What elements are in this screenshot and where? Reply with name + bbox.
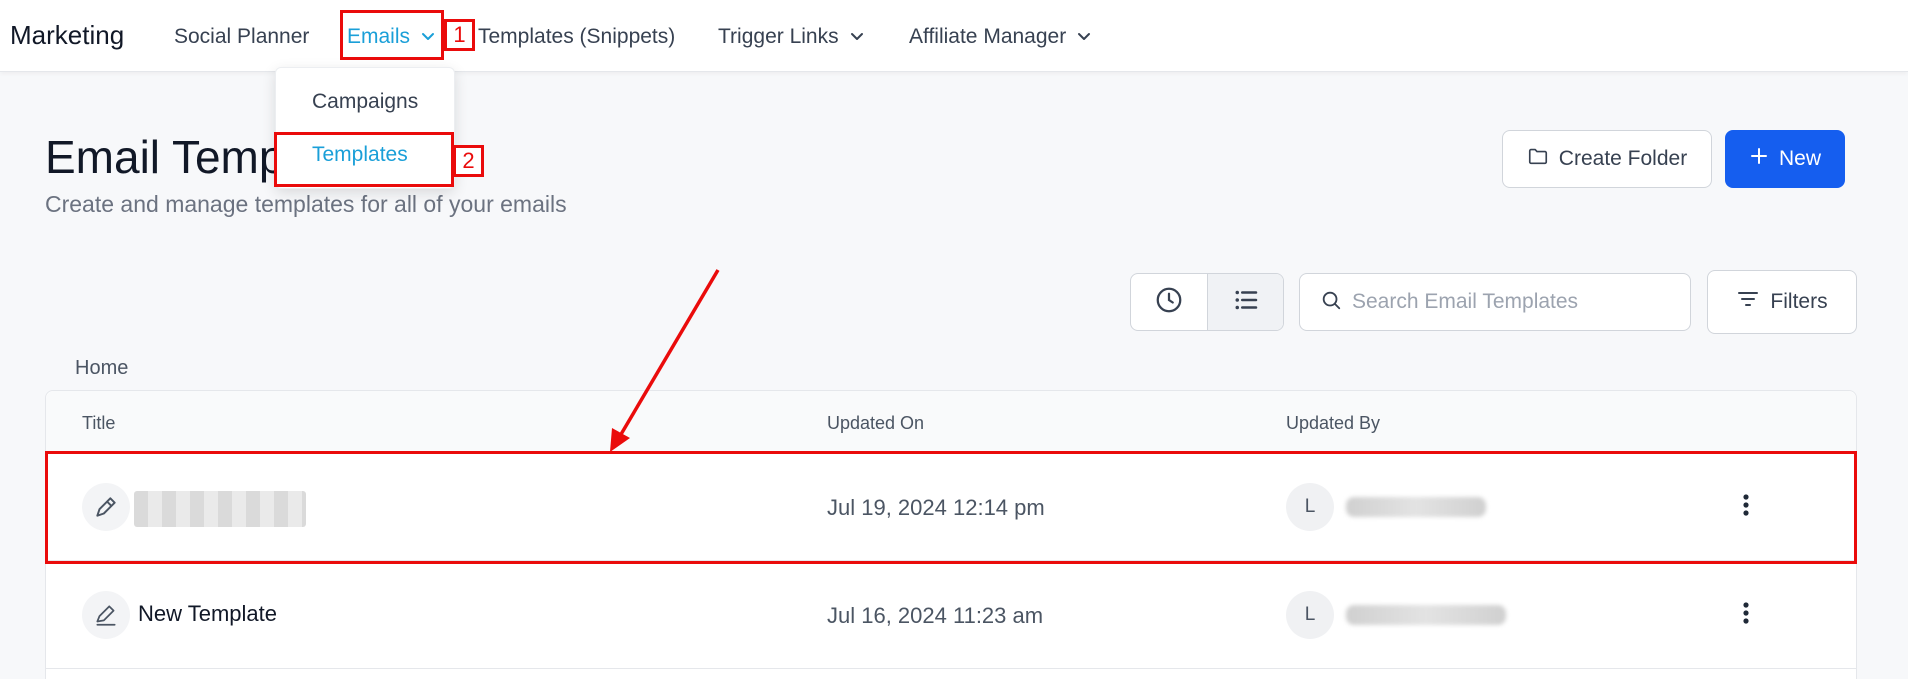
top-navigation-bar: Marketing Social Planner Emails Template…: [0, 0, 1908, 72]
nav-item-label: Templates (Snippets): [478, 25, 676, 48]
plus-icon: [1749, 146, 1769, 172]
chevron-down-icon: [847, 27, 867, 47]
filters-label: Filters: [1770, 290, 1828, 313]
annotation-step-1: 1: [444, 19, 475, 51]
nav-item-social-planner[interactable]: Social Planner: [174, 25, 309, 49]
annotation-box-emails: [340, 10, 444, 60]
list-view-button[interactable]: [1207, 274, 1283, 330]
recent-view-button[interactable]: [1131, 274, 1207, 330]
search-icon: [1320, 289, 1342, 316]
nav-item-trigger-links[interactable]: Trigger Links: [718, 25, 867, 49]
column-header-updated-by: Updated By: [1286, 413, 1381, 433]
column-header-title: Title: [82, 413, 116, 433]
brand-title: Marketing: [10, 20, 125, 50]
folder-icon: [1527, 145, 1549, 173]
breadcrumb[interactable]: Home: [75, 357, 128, 380]
nav-item-label: Trigger Links: [718, 25, 839, 48]
filter-icon: [1736, 287, 1760, 317]
create-folder-label: Create Folder: [1558, 147, 1688, 170]
nav-item-affiliate-manager[interactable]: Affiliate Manager: [909, 25, 1094, 49]
annotation-box-templates: [274, 132, 454, 187]
chevron-down-icon: [1074, 27, 1094, 47]
new-button[interactable]: New: [1725, 130, 1845, 188]
template-icon: [82, 591, 130, 639]
search-box: [1299, 273, 1691, 331]
annotation-step-2: 2: [453, 145, 484, 177]
filters-button[interactable]: Filters: [1707, 270, 1857, 334]
table-row[interactable]: New Template Jul 16, 2024 11:23 am L: [46, 561, 1856, 669]
more-options-button[interactable]: [1726, 595, 1766, 635]
search-input[interactable]: [1352, 290, 1682, 314]
clock-icon: [1154, 285, 1184, 320]
dropdown-item-campaigns[interactable]: Campaigns: [312, 90, 418, 114]
nav-item-label: Social Planner: [174, 25, 310, 48]
view-toggle: [1130, 273, 1284, 331]
kebab-menu-icon: [1742, 601, 1750, 630]
table-header: Title Updated On Updated By: [46, 391, 1856, 453]
updated-on-value: Jul 16, 2024 11:23 am: [827, 603, 1044, 628]
redacted-user-name: [1346, 605, 1506, 625]
nav-item-templates-snippets[interactable]: Templates (Snippets): [478, 25, 675, 49]
create-folder-button[interactable]: Create Folder: [1502, 130, 1712, 188]
nav-item-label: Affiliate Manager: [909, 25, 1067, 48]
page-subtitle: Create and manage templates for all of y…: [45, 191, 567, 217]
avatar: L: [1286, 591, 1334, 639]
annotation-box-template-row: [45, 451, 1857, 564]
template-title[interactable]: New Template: [138, 601, 277, 627]
new-label: New: [1778, 147, 1821, 170]
list-icon: [1231, 285, 1261, 320]
column-header-updated-on: Updated On: [827, 413, 925, 433]
